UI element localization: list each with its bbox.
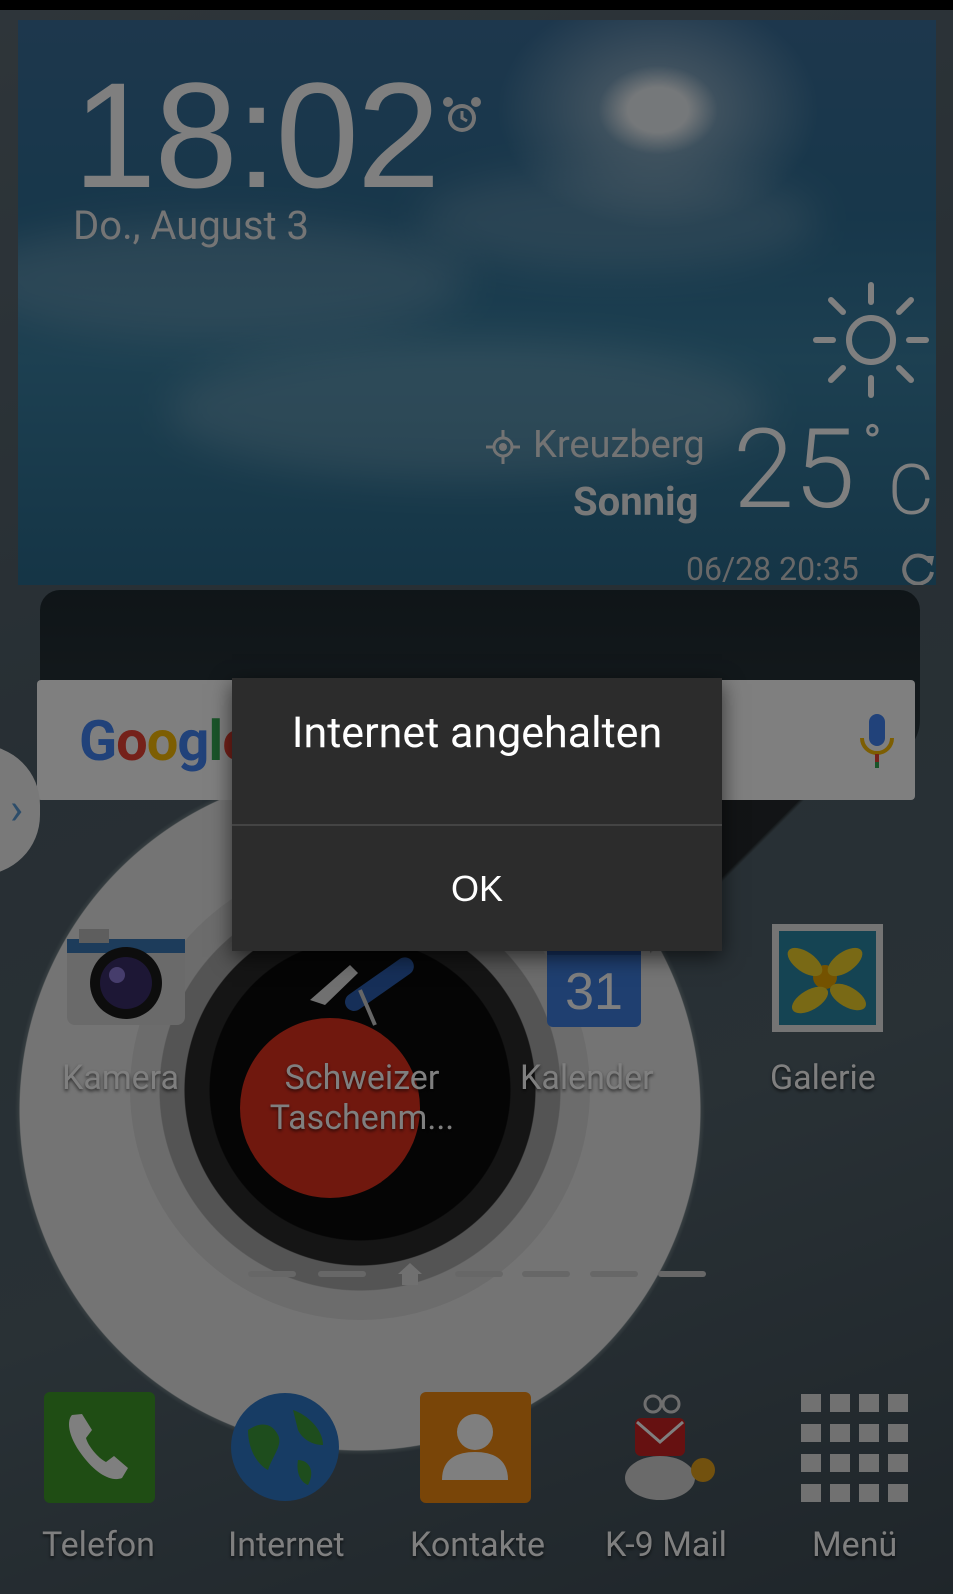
app-stopped-dialog: Internet angehalten OK	[232, 678, 722, 951]
status-bar-strip	[0, 0, 953, 10]
dialog-title: Internet angehalten	[291, 708, 663, 758]
ok-button[interactable]: OK	[232, 826, 722, 951]
